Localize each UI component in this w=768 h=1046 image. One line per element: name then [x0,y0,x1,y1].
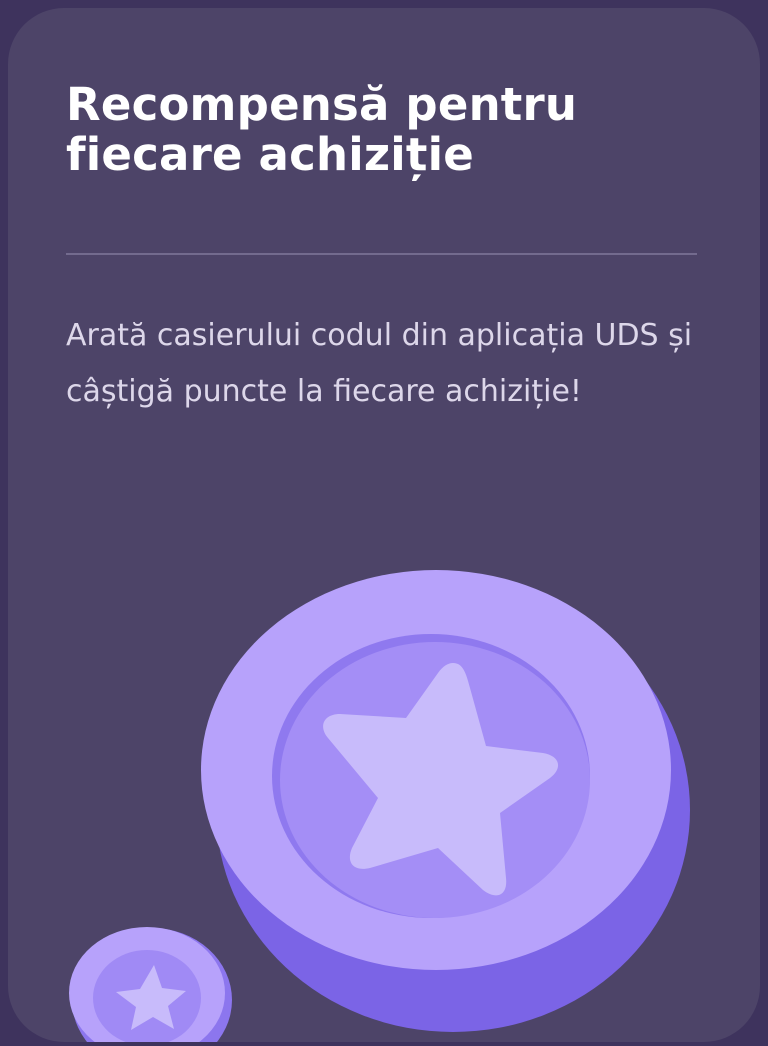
coins-illustration [69,570,690,1042]
small-star-coin-icon [69,927,232,1042]
big-star-coin-icon [201,570,690,1032]
reward-card: Recompensă pentru fiecare achiziție Arat… [8,8,760,1042]
